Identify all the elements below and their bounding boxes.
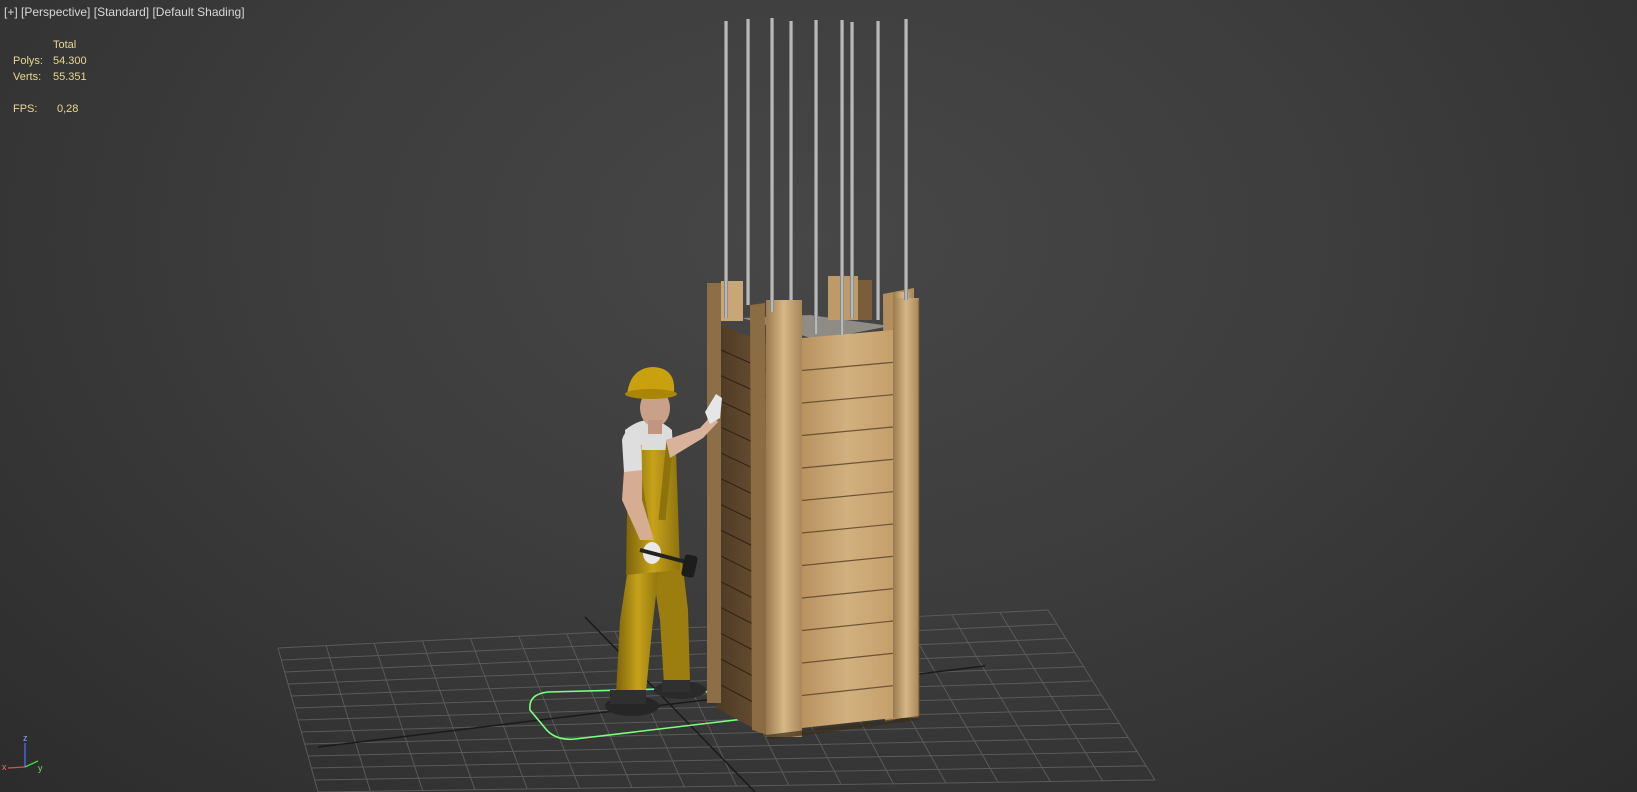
scene-canvas[interactable]: z x y	[0, 0, 1637, 792]
perspective-viewport[interactable]: [+] [Perspective] [Standard] [Default Sh…	[0, 0, 1637, 792]
rebar	[850, 22, 854, 318]
axis-x-label: x	[2, 762, 7, 772]
rebar	[840, 20, 844, 335]
construction-worker[interactable]	[605, 367, 722, 716]
rebar	[724, 21, 728, 318]
axis-z-label: z	[23, 733, 28, 743]
formwork-back-left-post	[707, 283, 721, 703]
rebar	[789, 21, 793, 300]
rebar	[814, 20, 818, 334]
rebar	[904, 19, 908, 300]
formwork-front-right-post	[893, 298, 919, 718]
rebar	[876, 21, 880, 320]
column-formwork[interactable]	[707, 276, 920, 740]
rebar-group[interactable]	[724, 18, 908, 335]
axis-y-label: y	[38, 763, 43, 773]
formwork-front-left-post	[750, 303, 768, 735]
rebar	[770, 18, 774, 312]
rebar	[746, 19, 750, 305]
axis-gizmo: z x y	[2, 733, 43, 773]
